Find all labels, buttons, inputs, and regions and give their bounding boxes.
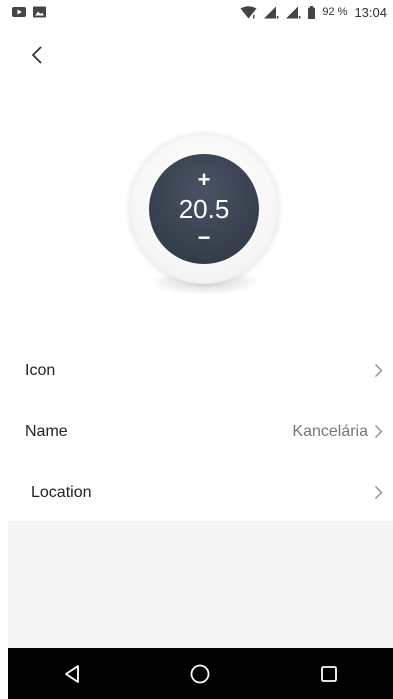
back-button[interactable] — [22, 40, 52, 70]
chevron-right-icon — [375, 486, 383, 499]
status-bar: 92 % 13:04 — [0, 0, 393, 24]
chevron-right-icon — [375, 425, 383, 438]
youtube-icon — [12, 6, 26, 18]
status-bar-left — [12, 6, 46, 18]
battery-icon — [308, 5, 316, 19]
back-triangle-icon — [65, 664, 80, 683]
chevron-left-icon — [31, 46, 42, 64]
device-name: Kanceláriа — [292, 422, 368, 440]
increase-temperature-button[interactable]: + — [198, 169, 211, 191]
empty-footer-area — [8, 521, 393, 648]
dial-face: + 20.5 − — [149, 154, 259, 264]
dial-outer-ring: + 20.5 − — [129, 134, 279, 284]
icon-setting-label: Icon — [25, 361, 56, 379]
nav-home-button[interactable] — [180, 654, 220, 694]
name-setting-value: Kanceláriа — [292, 423, 383, 441]
status-bar-right: 92 % 13:04 — [240, 5, 387, 20]
nav-back-button[interactable] — [52, 654, 92, 694]
location-setting-row[interactable]: Location — [0, 462, 393, 523]
name-setting-label: Name — [25, 422, 68, 440]
icon-setting-row[interactable]: Icon — [0, 340, 393, 401]
gallery-icon — [33, 6, 46, 18]
recents-square-icon — [320, 665, 337, 682]
thermostat-dial: + 20.5 − — [125, 130, 285, 300]
navigation-bar — [8, 648, 393, 699]
location-setting-value — [374, 485, 383, 500]
nav-recents-button[interactable] — [309, 654, 349, 694]
device-settings-screen: 92 % 13:04 + 20.5 − Icon Name Kanceláriа… — [0, 0, 393, 699]
name-setting-row[interactable]: Name Kanceláriа — [0, 401, 393, 462]
location-setting-label: Location — [31, 483, 92, 501]
signal-icon — [286, 6, 301, 19]
battery-percentage: 92 % — [322, 6, 348, 18]
decrease-temperature-button[interactable]: − — [198, 227, 211, 249]
icon-setting-value — [374, 363, 383, 378]
clock: 13:04 — [354, 4, 387, 20]
chevron-right-icon — [375, 364, 383, 377]
home-circle-icon — [191, 664, 210, 683]
wifi-icon — [240, 5, 257, 19]
temperature-value: 20.5 — [178, 194, 230, 224]
signal-icon — [264, 6, 279, 19]
settings-list: Icon Name Kanceláriа Location — [0, 340, 393, 523]
